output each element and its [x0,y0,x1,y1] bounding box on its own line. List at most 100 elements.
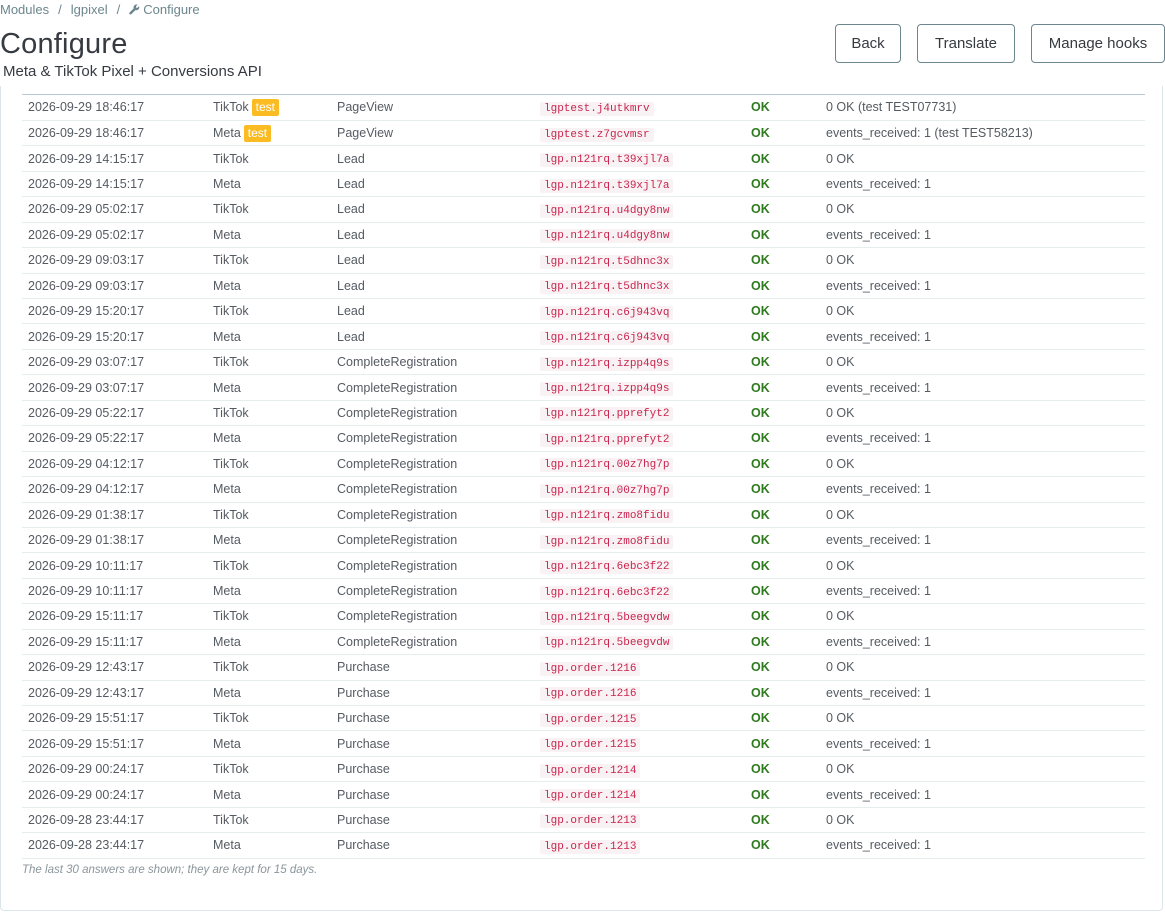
status-ok: OK [751,812,770,827]
translate-button[interactable]: Translate [917,24,1015,63]
row-date: 2026-09-29 15:11:17 [22,629,213,656]
manage-hooks-button[interactable]: Manage hooks [1031,24,1165,63]
row-event: CompleteRegistration [337,578,540,605]
row-channel: Meta [213,781,337,808]
row-status: OK [751,374,826,401]
row-event-id: lgp.n121rq.6ebc3f22 [540,552,751,579]
channel-label: TikTok [213,99,249,114]
row-status: OK [751,425,826,452]
status-ok: OK [751,253,770,268]
row-status: OK [751,832,826,859]
page-title: Configure [0,28,128,60]
status-ok: OK [751,584,770,599]
back-button[interactable]: Back [835,24,901,63]
row-event-id: lgp.n121rq.6ebc3f22 [540,578,751,605]
row-channel: TikTok [213,145,337,172]
event-id-code: lgp.n121rq.c6j943vq [540,305,674,320]
row-date: 2026-09-29 04:12:17 [22,451,213,478]
event-id-code: lgp.order.1213 [540,814,641,829]
row-event-id: lgp.n121rq.zmo8fidu [540,527,751,554]
row-event: Lead [337,298,540,325]
status-ok: OK [751,177,770,192]
row-status: OK [751,120,826,147]
row-date: 2026-09-29 14:15:17 [22,171,213,198]
row-channel: Meta [213,730,337,757]
row-channel: TikTok [213,807,337,834]
row-event-id: lgp.n121rq.c6j943vq [540,298,751,325]
table-row: 2026-09-29 00:24:17 TikTok Purchase lgp.ord… [22,756,1145,783]
row-event: Purchase [337,654,540,681]
breadcrumb-current-label: Configure [143,2,200,17]
row-event: CompleteRegistration [337,374,540,401]
channel-label: Meta [213,380,241,395]
status-ok: OK [751,227,770,242]
event-id-code: lgp.n121rq.pprefyt2 [540,407,674,422]
row-response: events_received: 1 [826,273,1145,300]
row-response: events_received: 1 [826,578,1145,605]
row-channel: TikTok [213,400,337,427]
breadcrumb-lgpixel[interactable]: lgpixel [71,2,108,17]
row-event: Purchase [337,730,540,757]
row-channel: Meta [213,222,337,249]
row-date: 2026-09-29 05:02:17 [22,196,213,223]
row-event: CompleteRegistration [337,451,540,478]
row-status: OK [751,756,826,783]
wrench-icon [129,4,140,15]
row-response: 0 OK [826,603,1145,630]
row-event: PageView [337,120,540,147]
table-row: 2026-09-29 15:51:17 TikTok Purchase lgp.ord… [22,705,1145,732]
row-channel: TikTok [213,247,337,274]
row-date: 2026-09-29 01:38:17 [22,527,213,554]
status-ok: OK [751,456,770,471]
table-row: 2026-09-28 23:44:17 Meta Purchase lgp.order… [22,832,1145,859]
channel-label: TikTok [213,711,249,726]
status-ok: OK [751,151,770,166]
event-id-code: lgp.order.1214 [540,789,641,804]
status-ok: OK [751,507,770,522]
channel-label: Meta [213,125,241,140]
status-ok: OK [751,278,770,293]
row-date: 2026-09-29 09:03:17 [22,247,213,274]
row-date: 2026-09-29 05:22:17 [22,400,213,427]
row-date: 2026-09-29 03:07:17 [22,349,213,376]
channel-label: TikTok [213,558,249,573]
row-date: 2026-09-29 10:11:17 [22,552,213,579]
row-channel: TikTok [213,654,337,681]
row-date: 2026-09-29 18:46:17 [22,120,213,147]
breadcrumb-modules[interactable]: Modules [0,2,49,17]
event-id-code: lgp.n121rq.u4dgy8nw [540,229,674,244]
table-row: 2026-09-29 15:11:17 Meta CompleteRegistrat… [22,629,1145,656]
status-ok: OK [751,660,770,675]
row-response: events_received: 1 [826,680,1145,707]
row-date: 2026-09-29 15:20:17 [22,298,213,325]
row-channel: Meta [213,476,337,503]
table-row: 2026-09-29 10:11:17 TikTok CompleteRegistr… [22,552,1145,579]
row-status: OK [751,552,826,579]
row-status: OK [751,196,826,223]
table-row: 2026-09-29 04:12:17 Meta CompleteRegistrat… [22,476,1145,503]
row-response: events_received: 1 [826,781,1145,808]
channel-label: Meta [213,787,241,802]
row-date: 2026-09-29 05:22:17 [22,425,213,452]
log-panel: 2026-09-29 18:46:17 TikTok test PageView lgp… [0,86,1163,911]
event-id-code: lgp.n121rq.u4dgy8nw [540,203,674,218]
status-ok: OK [751,355,770,370]
table-row: 2026-09-29 12:43:17 Meta Purchase lgp.order… [22,680,1145,707]
row-event: Lead [337,171,540,198]
row-event-id: lgp.n121rq.00z7hg7p [540,451,751,478]
status-ok: OK [751,685,770,700]
status-ok: OK [751,431,770,446]
table-row: 2026-09-29 04:12:17 TikTok CompleteRegistr… [22,451,1145,478]
status-ok: OK [751,711,770,726]
row-event: Purchase [337,807,540,834]
row-response: 0 OK [826,552,1145,579]
channel-label: Meta [213,685,241,700]
channel-label: Meta [213,634,241,649]
row-response: events_received: 1 [826,832,1145,859]
event-id-code: lgp.order.1216 [540,661,641,676]
event-id-code: lgp.order.1216 [540,687,641,702]
table-row: 2026-09-29 01:38:17 TikTok CompleteRegistr… [22,502,1145,528]
row-event: CompleteRegistration [337,476,540,503]
table-row: 2026-09-29 09:03:17 TikTok Lead lgp.n121rq.… [22,247,1145,274]
row-channel: Meta [213,680,337,707]
